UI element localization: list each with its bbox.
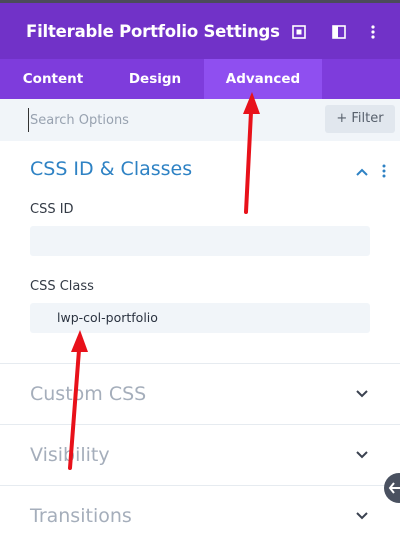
css-id-label: CSS ID: [30, 202, 74, 217]
chevron-down-icon[interactable]: [355, 511, 369, 521]
section-transitions[interactable]: Transitions: [0, 486, 400, 538]
css-id-field[interactable]: [30, 226, 370, 256]
more-vertical-icon[interactable]: [378, 163, 390, 179]
tab-content[interactable]: Content: [0, 59, 106, 99]
css-class-field[interactable]: lwp-col-portfolio: [30, 303, 370, 333]
sidebar-layout-icon[interactable]: [331, 24, 347, 40]
section-visibility[interactable]: Visibility: [0, 425, 400, 485]
chevron-down-icon[interactable]: [355, 389, 369, 399]
tab-design[interactable]: Design: [106, 59, 204, 99]
search-options-input[interactable]: [28, 108, 308, 132]
section-title-visibility: Visibility: [30, 444, 110, 466]
more-vertical-icon[interactable]: [365, 24, 381, 40]
section-title-custom-css: Custom CSS: [30, 383, 147, 405]
chevron-down-icon[interactable]: [355, 450, 369, 460]
chevron-up-icon[interactable]: [355, 167, 369, 177]
filter-button[interactable]: + Filter: [325, 105, 395, 133]
annotation-arrowhead-css-class: [71, 330, 88, 352]
section-title-css: CSS ID & Classes: [30, 158, 193, 180]
arrow-left-icon: [388, 482, 400, 494]
css-class-label: CSS Class: [30, 279, 94, 294]
section-title-transitions: Transitions: [30, 505, 132, 527]
section-css-id-classes[interactable]: CSS ID & Classes: [0, 141, 400, 201]
settings-tabs: Content Design Advanced: [0, 59, 400, 99]
expand-icon[interactable]: [291, 24, 307, 40]
tab-advanced[interactable]: Advanced: [204, 59, 322, 99]
settings-header: Filterable Portfolio Settings: [0, 0, 400, 59]
settings-title: Filterable Portfolio Settings: [26, 22, 280, 41]
css-class-value: lwp-col-portfolio: [57, 310, 158, 325]
section-custom-css[interactable]: Custom CSS: [0, 364, 400, 424]
